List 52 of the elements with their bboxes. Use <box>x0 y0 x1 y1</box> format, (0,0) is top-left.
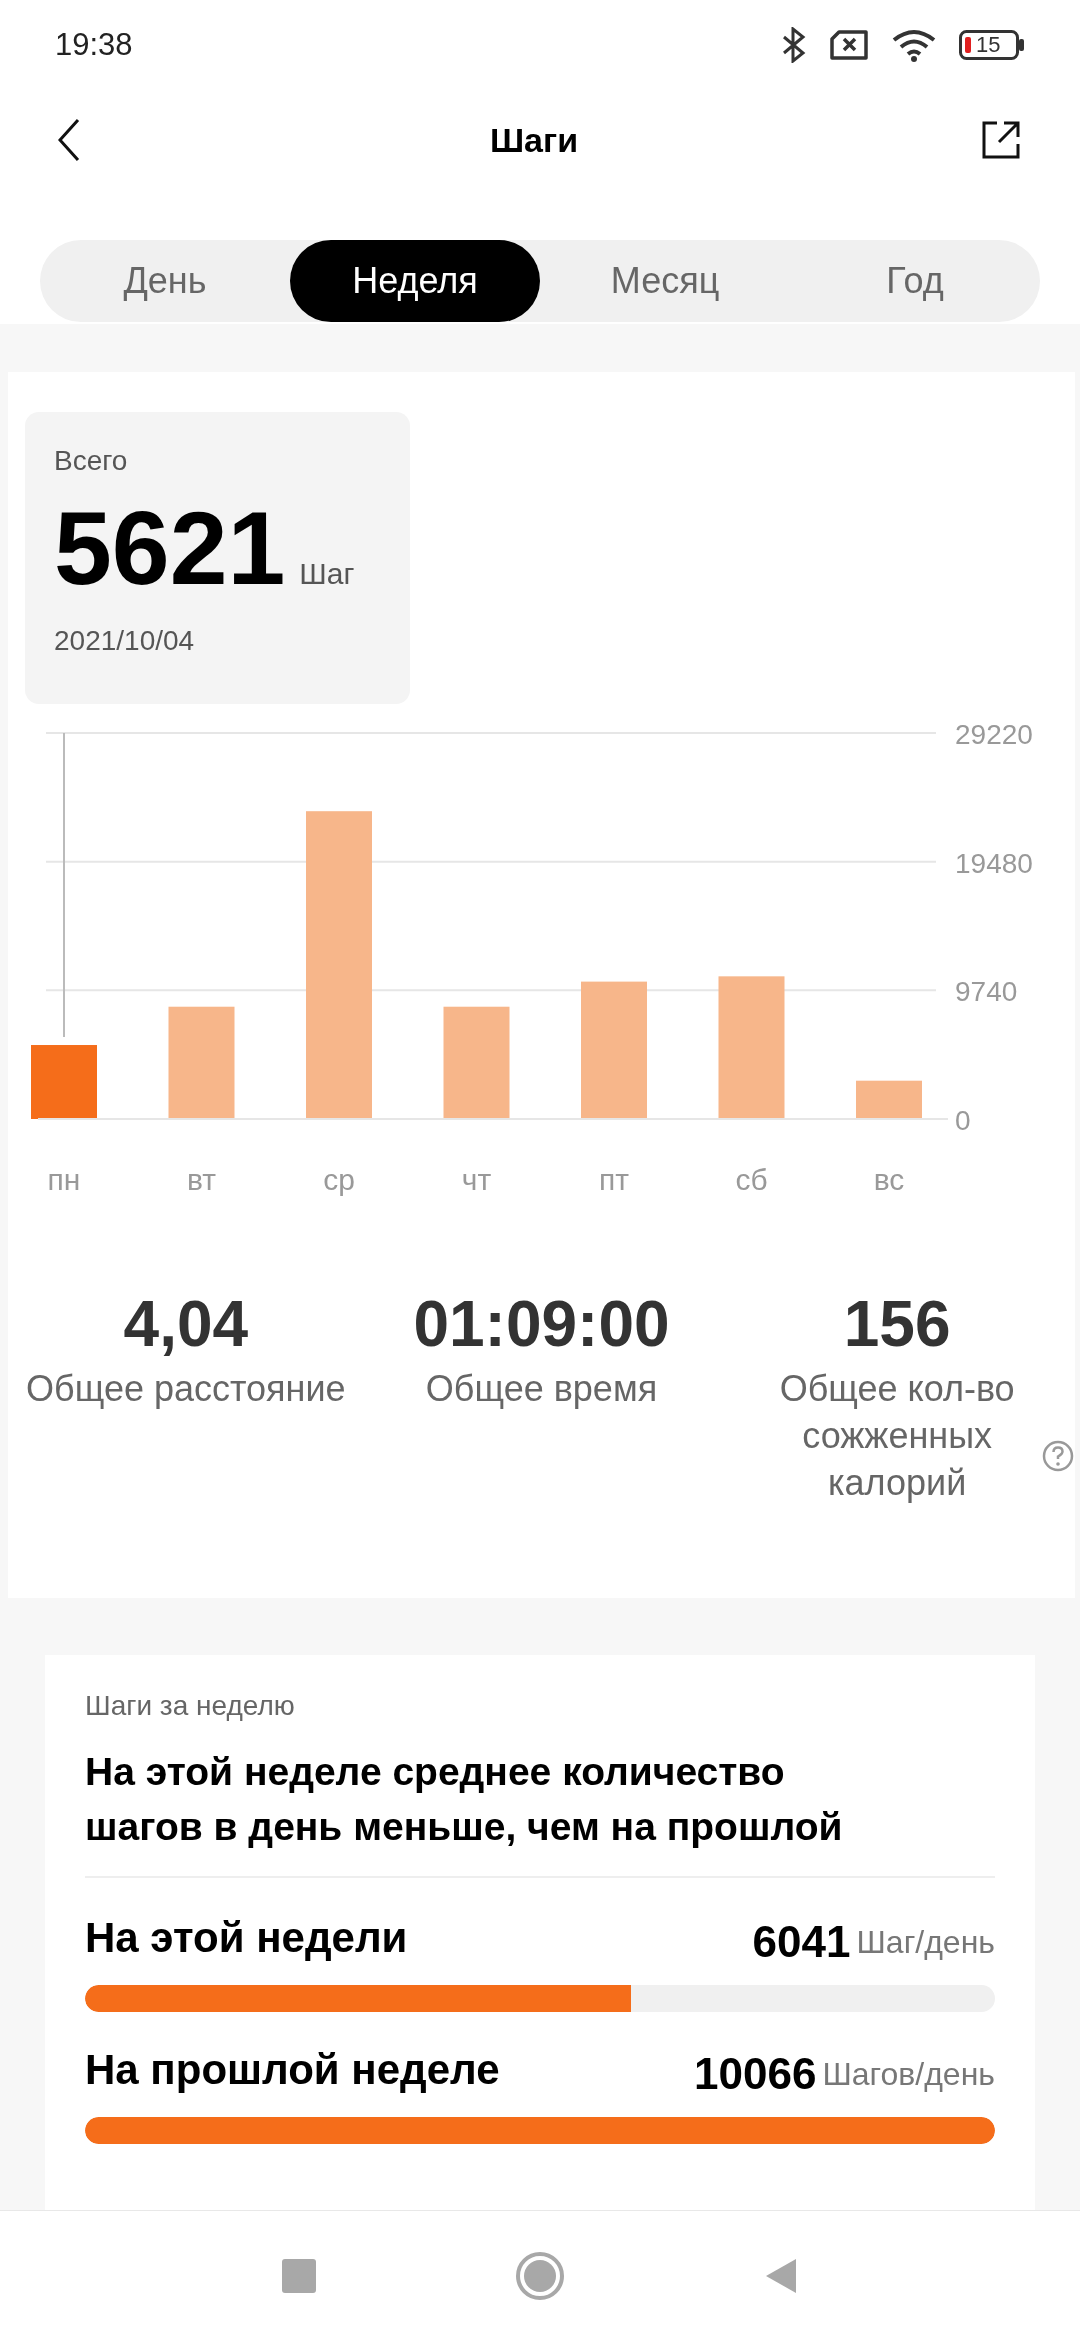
y-tick-label: 29220 <box>955 724 1033 750</box>
bluetooth-icon <box>781 27 807 63</box>
status-time: 19:38 <box>55 25 133 64</box>
average-steps: 6041 <box>752 1914 851 1970</box>
summary-date: 2021/10/04 <box>54 624 196 658</box>
period-tab[interactable]: Год <box>790 240 1040 322</box>
stat-value: 156 <box>843 1287 951 1362</box>
stat-value: 4,04 <box>123 1287 249 1362</box>
back-nav-button[interactable] <box>764 2256 798 2295</box>
y-tick-label: 9740 <box>955 976 1018 1008</box>
sim-error-icon <box>829 30 869 60</box>
unit-label: Шаг/день <box>856 1923 995 1963</box>
bar[interactable] <box>581 981 647 1119</box>
unit-label: Шагов/день <box>822 2055 995 2095</box>
y-tick-label: 0 <box>955 1105 971 1136</box>
bar[interactable] <box>168 1006 235 1119</box>
x-axis-label: пт <box>599 1163 629 1196</box>
card-subtitle: Шаги за неделю <box>85 1689 296 1723</box>
recents-button[interactable] <box>282 2258 316 2293</box>
period-tab[interactable]: Месяц <box>540 240 790 322</box>
x-axis-label: чт <box>461 1163 492 1196</box>
share-button[interactable] <box>980 119 1022 161</box>
period-tab[interactable]: День <box>40 240 290 322</box>
row-label: На этой недели <box>85 1913 408 1964</box>
bar[interactable] <box>718 976 785 1119</box>
card-headline: На этой неделе среднее количество шагов в день меньше, чем на прошлой <box>85 1749 844 1850</box>
battery-icon <box>959 30 1025 60</box>
total-steps: 5621 <box>54 496 286 600</box>
page-title: Шаги <box>489 119 579 161</box>
wifi-icon <box>891 28 937 62</box>
stat-label: Общее расстояние <box>26 1367 346 1411</box>
battery-level: 15 <box>976 34 1001 56</box>
stat-label: Общее время <box>425 1367 658 1411</box>
bar[interactable] <box>306 811 372 1119</box>
y-tick-label: 19480 <box>955 847 1033 879</box>
bar[interactable] <box>856 1080 922 1119</box>
x-axis-label: сб <box>735 1163 768 1196</box>
average-steps: 10066 <box>694 2046 817 2102</box>
stat-label: Общее кол-во сожженных калорий <box>778 1367 1016 1505</box>
row-label: На прошлой неделе <box>85 2045 500 2096</box>
stat-value: 01:09:00 <box>413 1287 670 1362</box>
x-axis-label: вт <box>187 1163 216 1196</box>
period-tab[interactable]: Неделя <box>290 240 540 322</box>
home-button[interactable] <box>516 2251 564 2300</box>
x-axis-label: вс <box>873 1163 905 1196</box>
x-axis-label: ср <box>323 1163 355 1196</box>
steps-unit: Шаг <box>299 556 355 592</box>
x-axis-label: пн <box>47 1163 81 1196</box>
help-icon[interactable] <box>1041 1439 1075 1473</box>
selected-bar[interactable] <box>31 1045 97 1119</box>
bar[interactable] <box>443 1006 510 1119</box>
summary-label: Всего <box>54 444 129 478</box>
